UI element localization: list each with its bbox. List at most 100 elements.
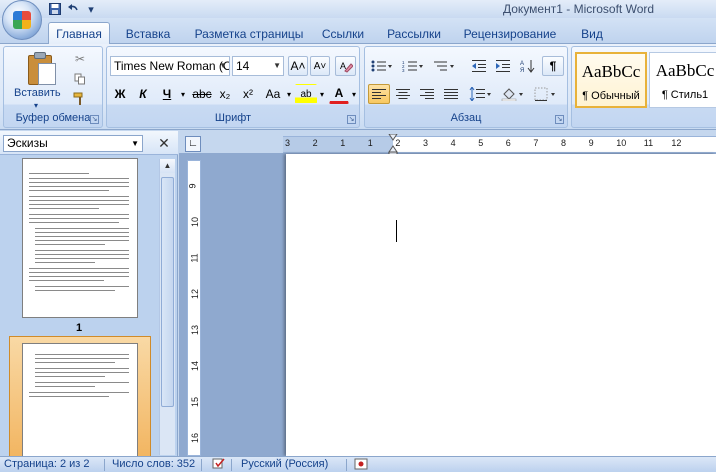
window-title: Документ1 - Microsoft Word	[503, 2, 655, 16]
page-thumbnail-number: 1	[76, 322, 83, 334]
paste-icon[interactable]	[26, 51, 58, 87]
clipboard-group-label: Буфер обмена	[15, 112, 91, 124]
strikethrough-button[interactable]: abc	[191, 84, 213, 104]
ruler-tick-label: 2	[312, 138, 318, 148]
format-painter-icon[interactable]	[72, 91, 88, 107]
align-left-icon[interactable]	[368, 84, 390, 104]
svg-text:Я: Я	[520, 68, 524, 73]
bold-button[interactable]: Ж	[110, 84, 130, 104]
borders-icon[interactable]	[531, 84, 561, 104]
font-group-label: Шрифт	[214, 112, 252, 124]
svg-text:А: А	[520, 61, 524, 67]
paragraph-group-label: Абзац	[450, 112, 482, 124]
ruler-tick-label: 12	[190, 288, 201, 300]
close-icon[interactable]: ✕	[156, 134, 172, 152]
show-marks-button[interactable]: ¶	[542, 56, 564, 76]
ruler-tick-label: 9	[187, 183, 198, 189]
align-center-icon[interactable]	[392, 84, 414, 104]
paste-dropdown-icon[interactable]: ▾	[34, 101, 38, 110]
ruler-tick-label: 15	[190, 396, 201, 408]
highlight-dropdown-icon[interactable]: ▾	[317, 84, 327, 104]
tab-insert[interactable]: Вставка	[119, 23, 177, 44]
style-style1-name: ¶ Стиль1	[661, 89, 709, 101]
tab-mailings[interactable]: Рассылки	[382, 23, 446, 44]
change-case-dropdown-icon[interactable]: ▾	[284, 84, 294, 104]
scrollbar-thumb[interactable]	[161, 177, 174, 407]
underline-button[interactable]: Ч	[157, 84, 177, 104]
italic-button[interactable]: К	[133, 84, 153, 104]
status-page[interactable]: Страница: 2 из 2	[4, 458, 90, 470]
tab-review[interactable]: Рецензирование	[460, 23, 560, 44]
ruler-tick-label: 1	[367, 138, 373, 148]
ruler-tick-label: 7	[533, 138, 539, 148]
multilevel-list-icon[interactable]	[430, 56, 458, 76]
scroll-up-icon[interactable]: ▲	[160, 159, 175, 173]
page-thumbnail-1[interactable]	[22, 158, 138, 318]
underline-dropdown-icon[interactable]: ▾	[177, 84, 189, 104]
paste-button-label[interactable]: Вставить	[14, 87, 61, 99]
align-right-icon[interactable]	[416, 84, 438, 104]
increase-indent-icon[interactable]	[492, 56, 514, 76]
ruler-tick-label: 6	[505, 138, 511, 148]
subscript-button[interactable]: x₂	[215, 84, 235, 104]
macro-record-icon[interactable]	[354, 457, 368, 472]
ruler-tick-label: 4	[450, 138, 456, 148]
horizontal-ruler[interactable]: 3 2 1 1 2 3 4 5 6 7 8 9 10 11 12	[283, 134, 716, 156]
thumbnails-scrollbar[interactable]: ▲	[159, 159, 175, 455]
ribbon: Вставить ▾ ✂ Буфер обмена ↘ Times New Ro…	[0, 44, 716, 130]
tab-home[interactable]: Главная	[48, 22, 110, 45]
font-size-value: 14	[236, 59, 250, 73]
highlight-button[interactable]: ab	[295, 84, 317, 104]
status-bar: Страница: 2 из 2 Число слов: 352 Русский…	[0, 456, 716, 472]
decrease-indent-icon[interactable]	[468, 56, 490, 76]
pane-view-select[interactable]: Эскизы ▼	[3, 135, 143, 152]
change-case-button[interactable]: Aa	[262, 84, 284, 104]
svg-text:3: 3	[402, 68, 405, 72]
font-name-value: Times New Roman (С	[114, 59, 230, 73]
superscript-button[interactable]: x²	[238, 84, 258, 104]
shrink-font-button[interactable]: A˅	[310, 56, 330, 76]
paragraph-launcher-icon[interactable]: ↘	[555, 115, 564, 124]
chevron-down-icon: ▼	[273, 61, 281, 70]
status-language[interactable]: Русский (Россия)	[241, 458, 328, 470]
office-button[interactable]	[2, 0, 42, 40]
numbering-icon[interactable]: 123	[399, 56, 427, 76]
vertical-ruler[interactable]: 9 10 11 12 13 14 15 16	[187, 160, 201, 456]
page-thumbnail-2[interactable]	[22, 343, 138, 458]
tab-page-layout[interactable]: Разметка страницы	[188, 23, 310, 44]
font-name-field[interactable]: Times New Roman (С ▼	[110, 56, 230, 76]
style-normal[interactable]: AaBbCc ¶ Обычный	[575, 52, 647, 108]
tab-selector-icon[interactable]: ∟	[185, 136, 201, 152]
document-page[interactable]	[286, 154, 716, 456]
ruler-tick-label: 9	[588, 138, 594, 148]
font-launcher-icon[interactable]: ↘	[347, 115, 356, 124]
svg-text:A: A	[340, 61, 346, 71]
chevron-down-icon: ▼	[131, 139, 139, 148]
justify-icon[interactable]	[440, 84, 462, 104]
undo-icon[interactable]	[66, 2, 80, 16]
font-color-button[interactable]: A	[329, 84, 349, 104]
ruler-tick-label: 14	[190, 360, 201, 372]
bullets-icon[interactable]	[368, 56, 396, 76]
line-spacing-icon[interactable]	[466, 84, 494, 104]
indent-marker-icon[interactable]	[388, 134, 398, 156]
cut-icon[interactable]: ✂	[72, 51, 88, 67]
ruler-tick-label: 16	[190, 432, 201, 444]
clear-formatting-icon[interactable]: A	[335, 56, 356, 76]
font-color-dropdown-icon[interactable]: ▾	[349, 84, 359, 104]
grow-font-button[interactable]: A˄	[288, 56, 308, 76]
tab-references[interactable]: Ссылки	[316, 23, 370, 44]
ruler-tick-label: 1	[340, 138, 346, 148]
customize-icon[interactable]: ▾	[84, 2, 98, 16]
style-style1[interactable]: AaBbCc ¶ Стиль1	[649, 52, 716, 108]
clipboard-group: Вставить ▾ ✂ Буфер обмена ↘	[3, 46, 103, 128]
shading-icon[interactable]	[498, 84, 528, 104]
save-icon[interactable]	[48, 2, 62, 16]
tab-view[interactable]: Вид	[574, 23, 610, 44]
copy-icon[interactable]	[72, 71, 88, 87]
font-size-field[interactable]: 14 ▼	[232, 56, 284, 76]
clipboard-launcher-icon[interactable]: ↘	[90, 115, 99, 124]
sort-icon[interactable]: АЯ	[517, 56, 539, 76]
status-word-count[interactable]: Число слов: 352	[112, 458, 195, 470]
spelling-check-icon[interactable]	[212, 457, 226, 472]
